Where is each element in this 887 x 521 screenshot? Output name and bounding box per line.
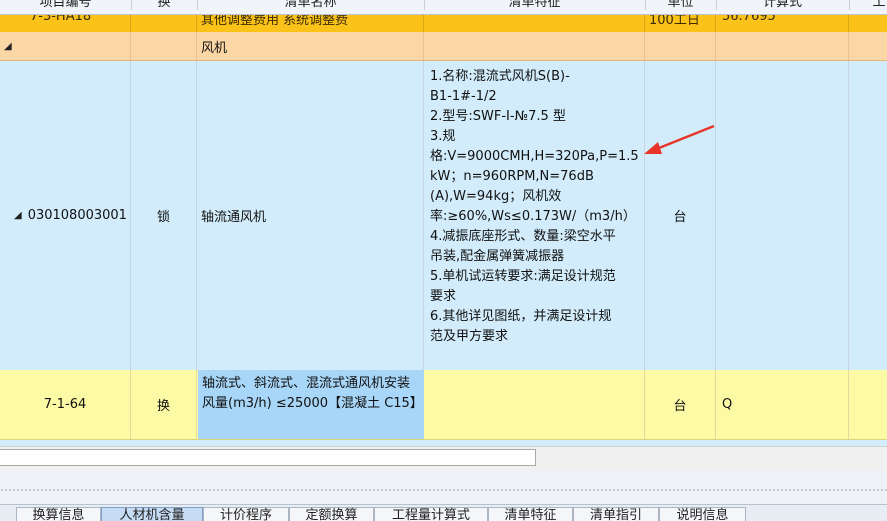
item-name: 轴流通风机 [201, 210, 267, 225]
feature-line: 范及甲方要求 [430, 329, 509, 344]
table-row-quota[interactable]: 7-1-64 换 台 Q 轴流式、斜流式、混流式通风机安装 风量(m3/h) ≤… [0, 370, 887, 440]
quota-name-cell[interactable]: 轴流式、斜流式、混流式通风机安装 风量(m3/h) ≤25000【混凝土 C15… [198, 370, 424, 439]
table-row-group[interactable]: ◢ 风机 [0, 32, 887, 61]
item-code: 030108003001 [27, 208, 127, 223]
item-unit: 台 [673, 210, 687, 225]
table-row-bill-item[interactable]: ◢ 030108003001 锁 轴流通风机 台 1.名称:混流式风机S(B)-… [0, 61, 887, 371]
column-header-formula[interactable]: 计算式 [716, 0, 850, 10]
quota-code: 7-1-64 [43, 397, 87, 412]
tab-quota-conversion[interactable]: 定额换算 [289, 507, 374, 521]
quota-unit: 台 [673, 399, 687, 414]
tab-conversion-info[interactable]: 换算信息 [16, 507, 101, 521]
bottom-tab-bar: 换算信息 人材机含量 计价程序 定额换算 工程量计算式 清单特征 清单指引 说明… [0, 504, 887, 521]
feature-line: 率:≥60%,Ws≤0.173W/（m3/h） [430, 209, 636, 224]
quota-change[interactable]: 换 [157, 395, 170, 414]
tab-bill-features[interactable]: 清单特征 [488, 507, 573, 521]
tab-description[interactable]: 说明信息 [659, 507, 746, 521]
column-header-name[interactable]: 清单名称 [197, 0, 425, 10]
feature-line: 2.型号:SWF-Ⅰ-№7.5 型 [430, 109, 566, 124]
grid-header: 项目编号 换 清单名称 清单特征 单位 计算式 工 [0, 0, 887, 15]
column-header-features[interactable]: 清单特征 [424, 0, 646, 10]
tab-quantity-formula[interactable]: 工程量计算式 [374, 507, 488, 521]
row-code: 7-3-HA18 [30, 15, 92, 24]
feature-line: (A),W=94kg；风机效 [430, 189, 562, 204]
feature-line: 4.减振底座形式、数量:梁空水平 [430, 229, 616, 244]
row-unit: 100工日 [649, 15, 700, 28]
collapse-icon[interactable]: ◢ [4, 41, 12, 52]
table-row-partial[interactable]: 7-3-HA18 其他调整费用 系统调整费 100工日 56.7695 [0, 15, 887, 33]
feature-line: 吊装,配金属弹簧减振器 [430, 249, 565, 264]
group-name: 风机 [201, 40, 228, 56]
scrollbar-thumb[interactable] [0, 449, 536, 466]
tab-bill-guide[interactable]: 清单指引 [573, 507, 659, 521]
tab-labor-material-machine[interactable]: 人材机含量 [101, 507, 203, 521]
tab-pricing-procedure[interactable]: 计价程序 [203, 507, 289, 521]
column-header-code[interactable]: 项目编号 [0, 0, 132, 10]
item-lock[interactable]: 锁 [157, 206, 170, 225]
feature-line: 3.规 [430, 129, 456, 144]
column-header-extra[interactable]: 工 [849, 0, 887, 10]
feature-line: kW；n=960RPM,N=76dB [430, 169, 594, 184]
feature-line: B1-1#-1/2 [430, 89, 497, 104]
column-header-unit[interactable]: 单位 [645, 0, 717, 10]
row-name: 其他调整费用 系统调整费 [201, 15, 349, 28]
collapse-icon[interactable]: ◢ [14, 210, 22, 221]
feature-line: 要求 [430, 289, 457, 304]
panel-separator [0, 470, 887, 504]
splitter-handle[interactable] [0, 488, 887, 492]
feature-line: 5.单机试运转要求:满足设计规范 [430, 269, 616, 284]
quota-formula: Q [722, 397, 733, 412]
feature-line: 6.其他详见图纸，并满足设计规 [430, 309, 612, 324]
annotation-arrow-icon [644, 124, 715, 154]
column-header-change[interactable]: 换 [131, 0, 198, 10]
feature-line: 1.名称:混流式风机S(B)- [430, 69, 570, 84]
feature-line: 格:V=9000CMH,H=320Pa,P=1.5 [430, 149, 639, 164]
item-features[interactable]: 1.名称:混流式风机S(B)- B1-1#-1/2 2.型号:SWF-Ⅰ-№7.… [430, 67, 642, 347]
horizontal-scrollbar[interactable] [0, 446, 887, 471]
row-formula: 56.7695 [722, 15, 776, 24]
